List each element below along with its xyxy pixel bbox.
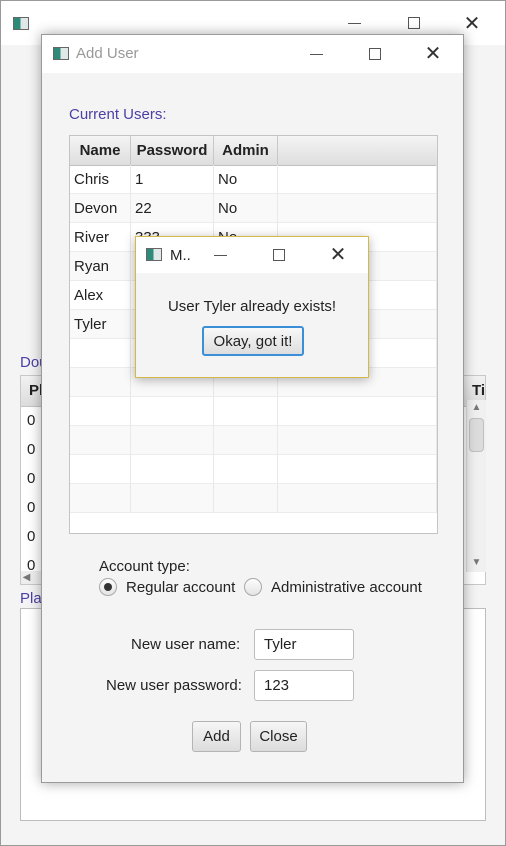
cell-name [70,397,131,426]
column-header-name[interactable]: Name [70,136,131,165]
add-button[interactable]: Add [192,721,241,752]
cell-admin [214,455,278,484]
admin-account-radio[interactable] [244,578,262,596]
new-password-field[interactable]: 123 [254,670,354,701]
table-cell: 0 [27,499,36,516]
regular-account-radio[interactable] [99,578,117,596]
regular-account-label[interactable]: Regular account [126,579,235,596]
message-title-bar: M.. ✕ [136,237,368,273]
column-header-password[interactable]: Password [131,136,214,165]
table-row[interactable]: Chris 1 No [70,165,437,194]
cell-name: Devon [70,194,131,223]
cell-admin: No [214,194,278,223]
scroll-left-icon[interactable]: ◀ [21,571,41,584]
table-row[interactable] [70,397,437,426]
new-username-field[interactable]: Tyler [254,629,354,660]
cell-name [70,455,131,484]
cell-name: River [70,223,131,252]
table-cell: 0 [27,441,36,458]
users-table-header: Name Password Admin [70,136,437,166]
cell-password [131,455,214,484]
cell-empty [278,455,437,484]
column-header-admin[interactable]: Admin [214,136,278,165]
app-icon [53,47,69,60]
table-row[interactable] [70,455,437,484]
app-icon [146,248,162,261]
maximize-icon[interactable] [360,42,390,66]
new-password-label: New user password: [106,677,242,694]
app-icon [13,17,29,30]
cell-name: Alex [70,281,131,310]
scroll-thumb[interactable] [469,418,484,452]
close-button[interactable]: Close [250,721,307,752]
dialog-title: Add User [76,45,139,62]
scroll-down-icon[interactable]: ▼ [467,557,486,568]
close-icon[interactable]: ✕ [323,242,353,266]
cell-name: Chris [70,165,131,194]
cell-admin [214,484,278,513]
cell-password [131,484,214,513]
scroll-up-icon[interactable]: ▲ [467,402,486,413]
cell-name [70,368,131,397]
close-icon[interactable]: ✕ [418,41,448,65]
table-cell: 0 [27,470,36,487]
message-dialog: M.. ✕ User Tyler already exists! Okay, g… [135,236,369,378]
maximize-icon[interactable] [399,11,429,35]
close-icon[interactable]: ✕ [457,11,487,35]
cell-password: 22 [131,194,214,223]
cell-password [131,397,214,426]
column-header[interactable]: Ti [472,382,485,399]
cell-empty [278,426,437,455]
table-row[interactable] [70,484,437,513]
vertical-scrollbar[interactable]: ▲ ▼ [466,400,486,572]
cell-admin [214,426,278,455]
cell-admin: No [214,165,278,194]
admin-account-label[interactable]: Administrative account [271,579,422,596]
cell-name [70,426,131,455]
message-text: User Tyler already exists! [167,298,337,315]
minimize-icon[interactable] [302,42,332,66]
table-cell: 0 [27,528,36,545]
current-users-label: Current Users: [69,106,167,123]
dialog-title-bar: Add User ✕ [42,35,463,73]
cell-name: Ryan [70,252,131,281]
cell-name [70,484,131,513]
table-row[interactable] [70,426,437,455]
add-user-dialog: Add User ✕ Current Users: Name Password … [41,34,464,783]
cell-name: Tyler [70,310,131,339]
cell-empty [278,397,437,426]
maximize-icon[interactable] [264,243,294,267]
cell-empty [278,165,437,194]
account-type-label: Account type: [99,558,190,575]
minimize-icon[interactable] [340,11,370,35]
new-username-label: New user name: [131,636,241,653]
minimize-icon[interactable] [206,243,236,267]
cell-empty [278,194,437,223]
cell-empty [278,484,437,513]
ok-button[interactable]: Okay, got it! [202,326,304,356]
cell-password [131,426,214,455]
cell-password: 1 [131,165,214,194]
message-title: M.. [170,247,191,264]
cell-name [70,339,131,368]
cell-admin [214,397,278,426]
table-row[interactable]: Devon 22 No [70,194,437,223]
table-cell: 0 [27,412,36,429]
